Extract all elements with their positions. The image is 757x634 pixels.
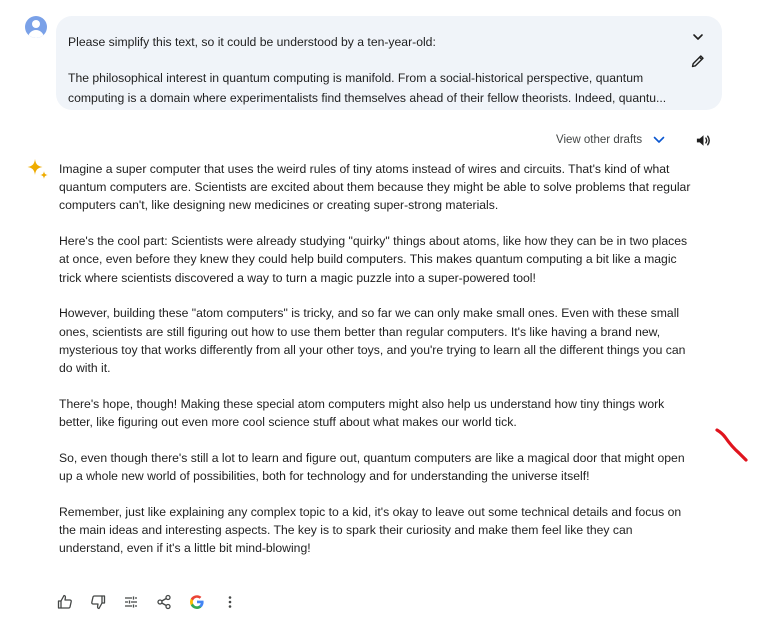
expand-prompt-button[interactable] bbox=[689, 28, 707, 46]
share-icon bbox=[157, 594, 171, 610]
speaker-icon bbox=[696, 134, 710, 146]
assistant-response: Imagine a super computer that uses the w… bbox=[59, 160, 693, 575]
tune-icon bbox=[125, 596, 137, 608]
thumbs-down-icon bbox=[91, 595, 106, 610]
more-vert-icon bbox=[228, 596, 232, 608]
listen-button[interactable] bbox=[694, 131, 712, 149]
response-paragraph-2: Here's the cool part: Scientists were al… bbox=[59, 234, 688, 285]
more-options-button[interactable] bbox=[219, 591, 241, 613]
bad-response-button[interactable] bbox=[87, 591, 109, 613]
edit-prompt-button[interactable] bbox=[688, 51, 708, 71]
prompt-line-2: The philosophical interest in quantum co… bbox=[68, 71, 667, 105]
response-paragraph-5: So, even though there's still a lot to l… bbox=[59, 450, 685, 484]
response-paragraph-3: However, building these "atom computers"… bbox=[59, 306, 686, 376]
chat-page: Please simplify this text, so it could b… bbox=[0, 0, 757, 634]
user-prompt-card: Please simplify this text, so it could b… bbox=[56, 16, 722, 110]
chevron-down-icon bbox=[653, 136, 665, 143]
user-avatar-icon bbox=[25, 16, 47, 38]
pencil-icon bbox=[691, 55, 704, 68]
double-check-response-button[interactable] bbox=[186, 591, 208, 613]
response-paragraph-4: There's hope, though! Making these speci… bbox=[59, 396, 665, 430]
sparkle-icon bbox=[27, 159, 48, 179]
share-button[interactable] bbox=[153, 591, 175, 613]
good-response-button[interactable] bbox=[54, 591, 76, 613]
red-pen-mark bbox=[715, 428, 748, 462]
view-other-drafts-button[interactable]: View other drafts bbox=[556, 130, 666, 150]
thumbs-up-icon bbox=[57, 594, 72, 609]
google-g-icon bbox=[190, 595, 204, 609]
response-actions-toolbar bbox=[54, 590, 252, 614]
response-paragraph-1: Imagine a super computer that uses the w… bbox=[59, 162, 691, 213]
chevron-down-icon bbox=[693, 34, 703, 40]
drafts-label: View other drafts bbox=[556, 134, 643, 146]
response-paragraph-6: Remember, just like explaining any compl… bbox=[59, 504, 682, 556]
modify-response-button[interactable] bbox=[120, 591, 142, 613]
prompt-line-1: Please simplify this text, so it could b… bbox=[68, 35, 436, 49]
